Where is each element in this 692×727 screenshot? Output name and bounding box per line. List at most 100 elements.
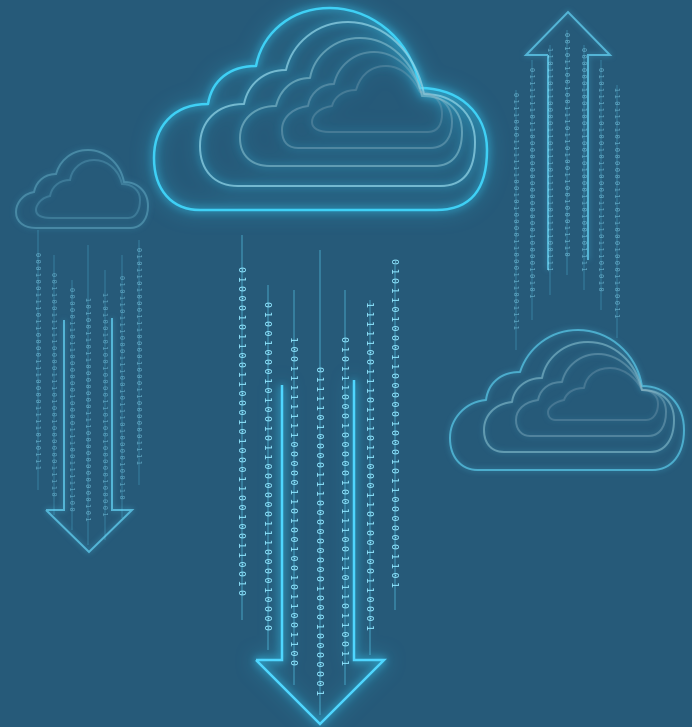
binary-digit: 0	[50, 280, 58, 284]
binary-digit: 1	[528, 81, 536, 85]
binary-digit: 0	[389, 306, 400, 312]
binary-digit: 0	[389, 506, 400, 512]
binary-digit: 1	[364, 492, 375, 498]
binary-digit: 1	[34, 452, 42, 456]
binary-digit: 0	[84, 491, 92, 495]
binary-digit: 1	[512, 106, 520, 110]
binary-digit: 1	[262, 397, 273, 403]
binary-digit: 1	[118, 416, 126, 420]
binary-digit: 0	[597, 134, 605, 138]
binary-digit: 0	[84, 404, 92, 408]
binary-digit: 0	[613, 267, 621, 271]
binary-digit: 1	[68, 467, 76, 471]
binary-digit: 0	[314, 604, 325, 610]
binary-digit: 1	[512, 173, 520, 177]
binary-digit: 0	[364, 596, 375, 602]
binary-digit: 1	[512, 146, 520, 150]
binary-digit: 1	[597, 161, 605, 165]
binary-digit: 0	[101, 359, 109, 363]
binary-digit: 0	[314, 538, 325, 544]
binary-digit: 0	[118, 309, 126, 313]
binary-digit: 1	[262, 530, 273, 536]
binary-digit: 0	[528, 247, 536, 251]
binary-digit: 1	[135, 461, 143, 465]
binary-digit: 0	[512, 259, 520, 263]
binary-digit: 0	[528, 201, 536, 205]
binary-digit: 1	[528, 281, 536, 285]
binary-digit: 1	[50, 319, 58, 323]
binary-digit: 1	[563, 179, 571, 183]
binary-digit: 1	[389, 268, 400, 274]
binary-digit: 0	[118, 336, 126, 340]
binary-digit: 0	[613, 241, 621, 245]
binary-digit: 1	[118, 369, 126, 373]
binary-digit: 1	[597, 247, 605, 251]
binary-digit: 0	[262, 558, 273, 564]
cloud-data-transfer-illustration: 0 1 0 0 0 1 0 1 1 0 0 1 1 0 0 0 1 0 1 0 0 0 1 1 0 0 1 0 0 1 1 0 0 1 0 0 1 0 0 1…	[14, 6, 685, 726]
binary-digit: 0	[613, 168, 621, 172]
binary-digit: 1	[236, 552, 247, 558]
binary-digit: 0	[84, 378, 92, 382]
binary-digit: 1	[262, 340, 273, 346]
binary-digit: 1	[135, 328, 143, 332]
binary-digit: 0	[613, 228, 621, 232]
binary-digit: 0	[314, 547, 325, 553]
binary-digit: 1	[236, 485, 247, 491]
binary-digit: 0	[314, 633, 325, 639]
binary-digit: 0	[135, 434, 143, 438]
binary-digit: 1	[84, 358, 92, 362]
binary-digit: 1	[34, 373, 42, 377]
binary-digit: 1	[288, 546, 299, 552]
binary-digit: 1	[135, 321, 143, 325]
binary-digit: 1	[546, 261, 554, 265]
binary-digit: 0	[262, 302, 273, 308]
binary-digit: 1	[288, 432, 299, 438]
binary-digit: 0	[68, 301, 76, 305]
binary-digit: 0	[135, 421, 143, 425]
binary-digit: 1	[101, 333, 109, 337]
binary-digit: 0	[389, 515, 400, 521]
binary-digit: 0	[339, 451, 350, 457]
binary-digit: 1	[118, 389, 126, 393]
binary-digit: 0	[314, 614, 325, 620]
binary-digit: 1	[68, 474, 76, 478]
binary-digit: 1	[68, 494, 76, 498]
binary-digit: 1	[580, 194, 588, 198]
binary-digit: 0	[34, 399, 42, 403]
binary-digit: 1	[339, 508, 350, 514]
binary-digit: 0	[84, 497, 92, 501]
binary-digit: 1	[389, 477, 400, 483]
binary-digit: 0	[236, 571, 247, 577]
binary-digit: 0	[314, 642, 325, 648]
binary-digit: 1	[512, 100, 520, 104]
binary-digit: 1	[512, 193, 520, 197]
binary-digit: 0	[50, 446, 58, 450]
binary-digit: 0	[512, 186, 520, 190]
binary-digit: 0	[389, 449, 400, 455]
binary-digit: 0	[101, 426, 109, 430]
binary-digit: 0	[389, 401, 400, 407]
binary-digit: 0	[50, 432, 58, 436]
binary-digit: 1	[546, 74, 554, 78]
binary-digit: 0	[389, 572, 400, 578]
binary-digit: 1	[512, 312, 520, 316]
binary-digit: 0	[84, 451, 92, 455]
binary-digit: 1	[528, 101, 536, 105]
binary-digit: 0	[34, 339, 42, 343]
binary-digit: 0	[339, 394, 350, 400]
binary-digit: 1	[597, 221, 605, 225]
binary-digit: 0	[528, 208, 536, 212]
binary-digit: 1	[546, 68, 554, 72]
binary-digit: 0	[314, 671, 325, 677]
binary-digit: 0	[563, 33, 571, 37]
binary-digit: 0	[580, 141, 588, 145]
binary-digit: 1	[34, 293, 42, 297]
binary-digit: 1	[288, 337, 299, 343]
binary-digit: 0	[236, 523, 247, 529]
binary-digit: 0	[613, 174, 621, 178]
binary-digit: 0	[597, 274, 605, 278]
binary-digit: 1	[389, 458, 400, 464]
binary-digit: 0	[364, 558, 375, 564]
binary-digit: 1	[597, 168, 605, 172]
binary-digit: 0	[288, 660, 299, 666]
